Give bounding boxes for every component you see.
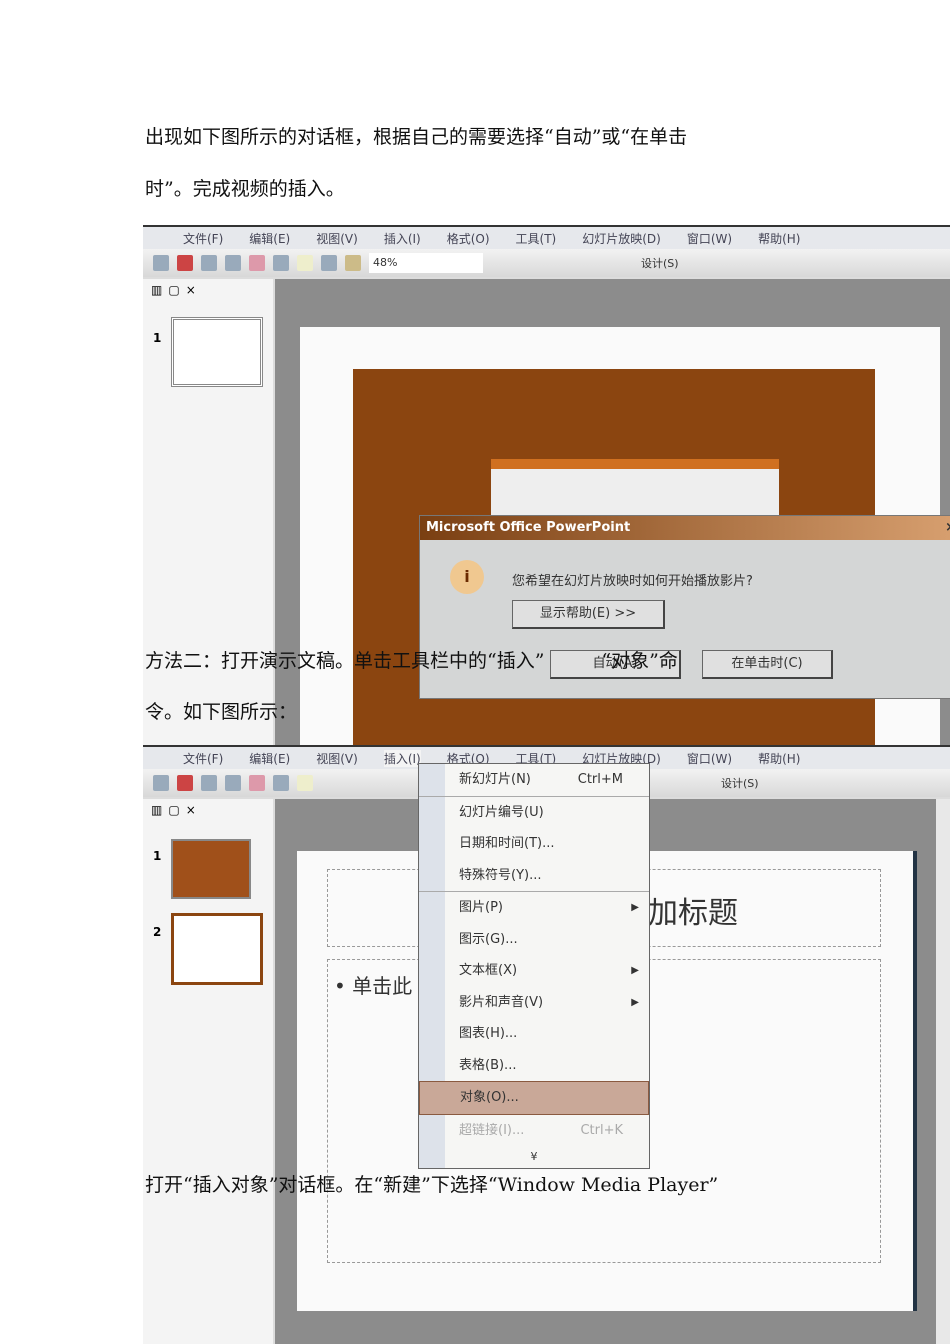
menu-item-label: 日期和时间(T)... (459, 836, 555, 851)
info-icon: i (450, 560, 484, 594)
submenu-arrow-icon: ▶ (631, 902, 639, 913)
menu-help[interactable]: 帮助(H) (758, 230, 800, 247)
content-placeholder-text: • 单击此 (334, 974, 413, 998)
show-help-button[interactable]: 显示帮助(E) >> (512, 600, 665, 629)
paragraph-line: 出现如下图所示的对话框，根据自己的需要选择“自动”或“在单击 (145, 126, 688, 148)
insert-menu-item[interactable]: 新幻灯片(N) Ctrl+M (419, 764, 649, 796)
dialog-message: 您希望在幻灯片放映时如何开始播放影片? (512, 574, 753, 589)
menu-item-label: 特殊符号(Y)... (459, 867, 542, 883)
paragraph-line: 打开“插入对象”对话框。在“新建”下选择“Window Media Player… (145, 1174, 719, 1196)
slides-tab[interactable]: ▢ (168, 283, 179, 297)
menu-item-label: 图表(H)... (459, 1026, 518, 1041)
submenu-arrow-icon: ▶ (631, 965, 639, 976)
insert-menu-item[interactable]: 日期和时间(T)... (419, 828, 649, 860)
undo-icon[interactable] (297, 255, 313, 271)
on-click-button[interactable]: 在单击时(C) (702, 650, 833, 679)
print-icon[interactable] (225, 775, 241, 791)
copy-icon[interactable] (249, 775, 265, 791)
insert-menu-item[interactable]: 图示(G)... (419, 924, 649, 956)
screenshot-insert-object: 文件(F) 编辑(E) 视图(V) 插入(I) 格式(O) 工具(T) 幻灯片放映(D) 窗口… (143, 745, 950, 1344)
new-icon[interactable] (153, 255, 169, 271)
menu-item-label: 超链接(I)... (459, 1122, 525, 1138)
title-placeholder-text: 加标题 (648, 896, 738, 931)
menu-bar: 文件(F) 编辑(E) 视图(V) 插入(I) 格式(O) 工具(T) 幻灯片放映(D) 窗口… (143, 225, 950, 249)
close-pane-button[interactable]: × (186, 283, 196, 297)
menu-item-label: 影片和声音(V) (459, 994, 544, 1010)
paragraph-line: 令。如下图所示： (145, 701, 298, 723)
insert-menu-item[interactable]: 幻灯片编号(U) (419, 795, 649, 829)
new-icon[interactable] (153, 775, 169, 791)
save-icon[interactable] (177, 775, 193, 791)
menu-item-label: 新幻灯片(N) (459, 772, 531, 787)
slide-number: 2 (153, 925, 162, 939)
menu-item-label: 图片(P) (459, 900, 503, 915)
outline-tab[interactable]: ▥ (151, 803, 162, 817)
menu-format[interactable]: 格式(O) (447, 230, 490, 247)
insert-menu-item[interactable]: 表格(B)... (419, 1050, 649, 1082)
insert-menu-item[interactable]: 文本框(X) ▶ (419, 955, 649, 987)
dialog-title: Microsoft Office PowerPoint (426, 520, 631, 535)
menu-view[interactable]: 视图(V) (316, 750, 358, 767)
chart-icon[interactable] (321, 255, 337, 271)
dialog-close-button[interactable]: × (945, 516, 950, 540)
menu-view[interactable]: 视图(V) (316, 230, 358, 247)
table-icon[interactable] (345, 255, 361, 271)
menu-window[interactable]: 窗口(W) (687, 230, 732, 247)
paragraph-line: 时”。完成视频的插入。 (145, 178, 345, 200)
menu-edit[interactable]: 编辑(E) (249, 230, 290, 247)
menu-insert[interactable]: 插入(I) (383, 749, 421, 767)
insert-menu-item[interactable]: 图表(H)... (419, 1018, 649, 1050)
menu-item-label: 幻灯片编号(U) (459, 804, 544, 820)
video-window-preview (491, 459, 779, 519)
paragraph-line: 方法二：打开演示文稿。单击工具栏中的“插入” “对象”命 (145, 650, 678, 672)
menu-slideshow[interactable]: 幻灯片放映(D) (582, 230, 661, 247)
paste-icon[interactable] (273, 255, 289, 271)
zoom-select[interactable]: 48% (369, 253, 483, 273)
menu-item-label: 图示(G)... (459, 931, 518, 947)
slide-thumbnail[interactable] (171, 839, 251, 899)
submenu-arrow-icon: ▶ (631, 996, 639, 1008)
insert-menu-item[interactable]: 图片(P) ▶ (419, 891, 649, 924)
permission-icon[interactable] (201, 255, 217, 271)
toolbar: 48% 设计(S) (143, 249, 950, 277)
insert-menu-item[interactable]: 特殊符号(Y)... (419, 860, 649, 892)
menu-edit[interactable]: 编辑(E) (249, 750, 290, 767)
print-icon[interactable] (225, 255, 241, 271)
save-icon[interactable] (177, 255, 193, 271)
insert-menu-item[interactable]: 影片和声音(V) ▶ (419, 987, 649, 1019)
slide-thumbnail[interactable] (171, 317, 263, 387)
expand-menu-button[interactable]: ¥ (419, 1146, 649, 1168)
menu-window[interactable]: 窗口(W) (687, 750, 732, 767)
close-pane-button[interactable]: × (186, 803, 196, 817)
menu-item-shortcut: Ctrl+M (577, 772, 623, 787)
permission-icon[interactable] (201, 775, 217, 791)
menu-file[interactable]: 文件(F) (183, 230, 223, 247)
slide-thumbnail-selected[interactable] (171, 913, 263, 985)
insert-menu: 新幻灯片(N) Ctrl+M 幻灯片编号(U) 日期和时间(T)... 特殊符号(Y).… (418, 763, 650, 1169)
slide-pane: ▥ ▢ × 1 2 (143, 799, 273, 1344)
menu-tools[interactable]: 工具(T) (516, 230, 557, 247)
menu-file[interactable]: 文件(F) (183, 750, 223, 767)
menu-help[interactable]: 帮助(H) (758, 750, 800, 767)
copy-icon[interactable] (249, 255, 265, 271)
menu-item-shortcut: Ctrl+K (580, 1122, 623, 1138)
design-button[interactable]: 设计(S) (721, 775, 759, 791)
slide-pane: ▥ ▢ × 1 (143, 279, 273, 745)
design-button[interactable]: 设计(S) (641, 255, 679, 271)
menu-item-label: 对象(O)... (460, 1090, 519, 1105)
insert-menu-item[interactable]: 超链接(I)... Ctrl+K (419, 1115, 649, 1147)
menu-insert[interactable]: 插入(I) (384, 230, 421, 247)
undo-icon[interactable] (297, 775, 313, 791)
slides-tab[interactable]: ▢ (168, 803, 179, 817)
slide-number: 1 (153, 331, 162, 345)
menu-item-label: 表格(B)... (459, 1057, 517, 1073)
slide-number: 1 (153, 849, 162, 863)
menu-item-label: 文本框(X) (459, 963, 518, 978)
insert-menu-item[interactable]: 对象(O)... (419, 1081, 649, 1115)
outline-tab[interactable]: ▥ (151, 283, 162, 297)
paste-icon[interactable] (273, 775, 289, 791)
vertical-scrollbar[interactable] (936, 799, 950, 1344)
